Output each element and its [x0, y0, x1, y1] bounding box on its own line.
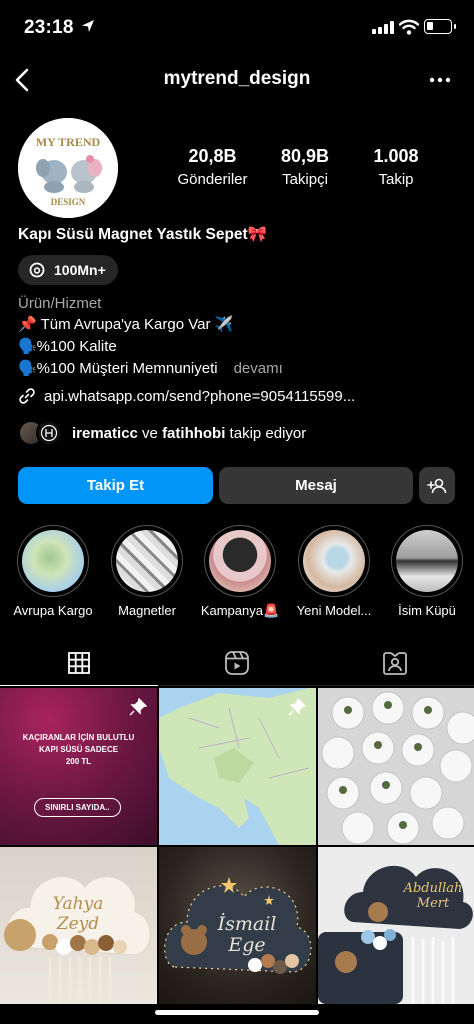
following-count-label: Takip: [378, 171, 414, 188]
home-indicator[interactable]: [155, 1010, 319, 1015]
post-thumbnail[interactable]: KAÇIRANLAR İÇİN BULUTLU KAPI SÜSÜ SADECE…: [0, 688, 157, 845]
tab-posts-grid[interactable]: [0, 640, 158, 686]
wifi-icon: [399, 19, 419, 35]
link-icon: [19, 388, 35, 404]
posts-count[interactable]: 20,8B Gönderiler: [170, 146, 255, 188]
brand-logo-image: MY TREND DESIGN: [18, 118, 118, 218]
promo-price: 200 TL: [65, 757, 92, 766]
post-thumbnail[interactable]: Abdullah Mert: [318, 847, 474, 1004]
follower-name[interactable]: irematicc: [72, 425, 138, 442]
promo-text: KAPI SÜSÜ SADECE: [38, 745, 119, 754]
followed-by-and: ve: [137, 424, 163, 442]
bio-line: 📌 Tüm Avrupa'ya Kargo Var ✈️: [18, 316, 234, 333]
cloud-door-decor-photo: Abdullah Mert: [318, 847, 474, 1004]
post-thumbnail[interactable]: İsmail Ege: [159, 847, 316, 1004]
followers-count-label: Takipçi: [282, 171, 328, 188]
followers-count-value: 80,9B: [280, 146, 330, 166]
tab-tagged[interactable]: [316, 640, 474, 686]
post-thumbnail[interactable]: Yahya Zeyd: [0, 847, 157, 1004]
highlight-label: Yeni Model...: [296, 603, 372, 618]
followed-by-suffix: takip ediyor: [225, 424, 307, 442]
story-highlight[interactable]: Avrupa Kargo: [8, 525, 98, 618]
follow-button[interactable]: Takip Et: [18, 467, 213, 504]
highlight-cover: [396, 530, 458, 592]
bio-line: 🗣️%100 Müşteri Memnuniyeti devamı: [18, 359, 283, 377]
post-name: Zeyd: [56, 914, 99, 934]
post-name: Mert: [416, 896, 450, 911]
highlight-cover: [22, 530, 84, 592]
posts-count-value: 20,8B: [188, 146, 237, 166]
threads-badge[interactable]: 100Mn+: [18, 255, 118, 285]
reels-icon: [225, 651, 249, 675]
status-bar: 23:18: [0, 0, 474, 54]
profile-username: mytrend_design: [163, 68, 311, 89]
message-button[interactable]: Mesaj: [219, 467, 413, 504]
follower-monogram-icon: [40, 424, 58, 442]
profile-tabs: [0, 640, 474, 686]
bio-line: 🗣️%100 Kalite: [18, 338, 117, 355]
follower-avatar: [36, 420, 62, 446]
magnets-photo: [318, 688, 474, 845]
followed-by[interactable]: irematicc ve fatihhobi takip ediyor: [18, 420, 306, 446]
highlight-cover: [116, 530, 178, 592]
post-name: İsmail: [217, 912, 277, 935]
following-count[interactable]: 1.008 Takip: [356, 146, 436, 188]
highlight-cover: [303, 530, 365, 592]
highlight-label: İsim Küpü: [398, 603, 456, 618]
bio-more-link[interactable]: devamı: [234, 360, 283, 377]
post-name: Ege: [227, 934, 265, 956]
location-arrow-icon: [82, 20, 94, 32]
story-highlight[interactable]: İsim Küpü: [382, 525, 472, 618]
grid-icon: [68, 651, 90, 674]
highlight-label: Kampanya🚨: [200, 603, 280, 618]
profile-header: mytrend_design: [0, 58, 474, 102]
more-options-icon[interactable]: [428, 70, 452, 90]
add-person-icon: [427, 478, 447, 493]
profile-display-name: Kapı Süsü Magnet Yastık Sepet🎀: [18, 226, 267, 243]
promo-badge: SINIRLI SAYIDA..: [34, 798, 121, 817]
highlight-label: Avrupa Kargo: [13, 603, 93, 618]
threads-badge-label: 100Mn+: [54, 262, 106, 278]
post-thumbnail[interactable]: [318, 688, 474, 845]
cloud-door-decor-photo: İsmail Ege: [164, 877, 312, 974]
story-highlight[interactable]: Kampanya🚨: [195, 525, 285, 619]
cloud-door-decor-photo: Yahya Zeyd: [4, 876, 151, 1004]
pin-icon: [288, 698, 306, 716]
story-highlight[interactable]: Yeni Model...: [289, 525, 379, 618]
highlight-label: Magnetler: [118, 603, 176, 618]
tagged-person-icon: [383, 652, 407, 675]
threads-icon: [29, 262, 45, 278]
followed-by-text: irematicc ve fatihhobi takip ediyor: [72, 425, 306, 442]
post-name: Abdullah: [403, 881, 463, 896]
follower-name[interactable]: fatihhobi: [162, 425, 225, 442]
tab-reels[interactable]: [158, 640, 316, 686]
pin-icon: [129, 698, 147, 716]
following-count-value: 1.008: [373, 146, 419, 166]
posts-count-label: Gönderiler: [177, 171, 248, 188]
promo-text: KAÇIRANLAR İÇİN BULUTLU: [22, 733, 135, 742]
profile-avatar[interactable]: MY TREND DESIGN: [18, 118, 118, 218]
cellular-signal-icon: [372, 21, 394, 34]
story-highlight[interactable]: Magnetler: [102, 525, 192, 618]
post-thumbnail[interactable]: [159, 688, 316, 845]
status-time: 23:18: [24, 17, 74, 38]
profile-website-url: api.whatsapp.com/send?phone=9054115599..…: [44, 387, 356, 405]
highlight-cover: [209, 530, 271, 592]
followers-count[interactable]: 80,9B Takipçi: [265, 146, 345, 188]
profile-website-link[interactable]: api.whatsapp.com/send?phone=9054115599..…: [18, 387, 355, 405]
post-name: Yahya: [53, 894, 104, 914]
logo-text-top: MY TREND: [36, 135, 101, 149]
profile-category: Ürün/Hizmet: [18, 295, 102, 312]
bio-line-text: 🗣️%100 Müşteri Memnuniyeti: [18, 360, 218, 377]
logo-text-bottom: DESIGN: [51, 197, 86, 207]
battery-icon: [424, 19, 456, 34]
suggested-users-button[interactable]: [419, 467, 455, 504]
